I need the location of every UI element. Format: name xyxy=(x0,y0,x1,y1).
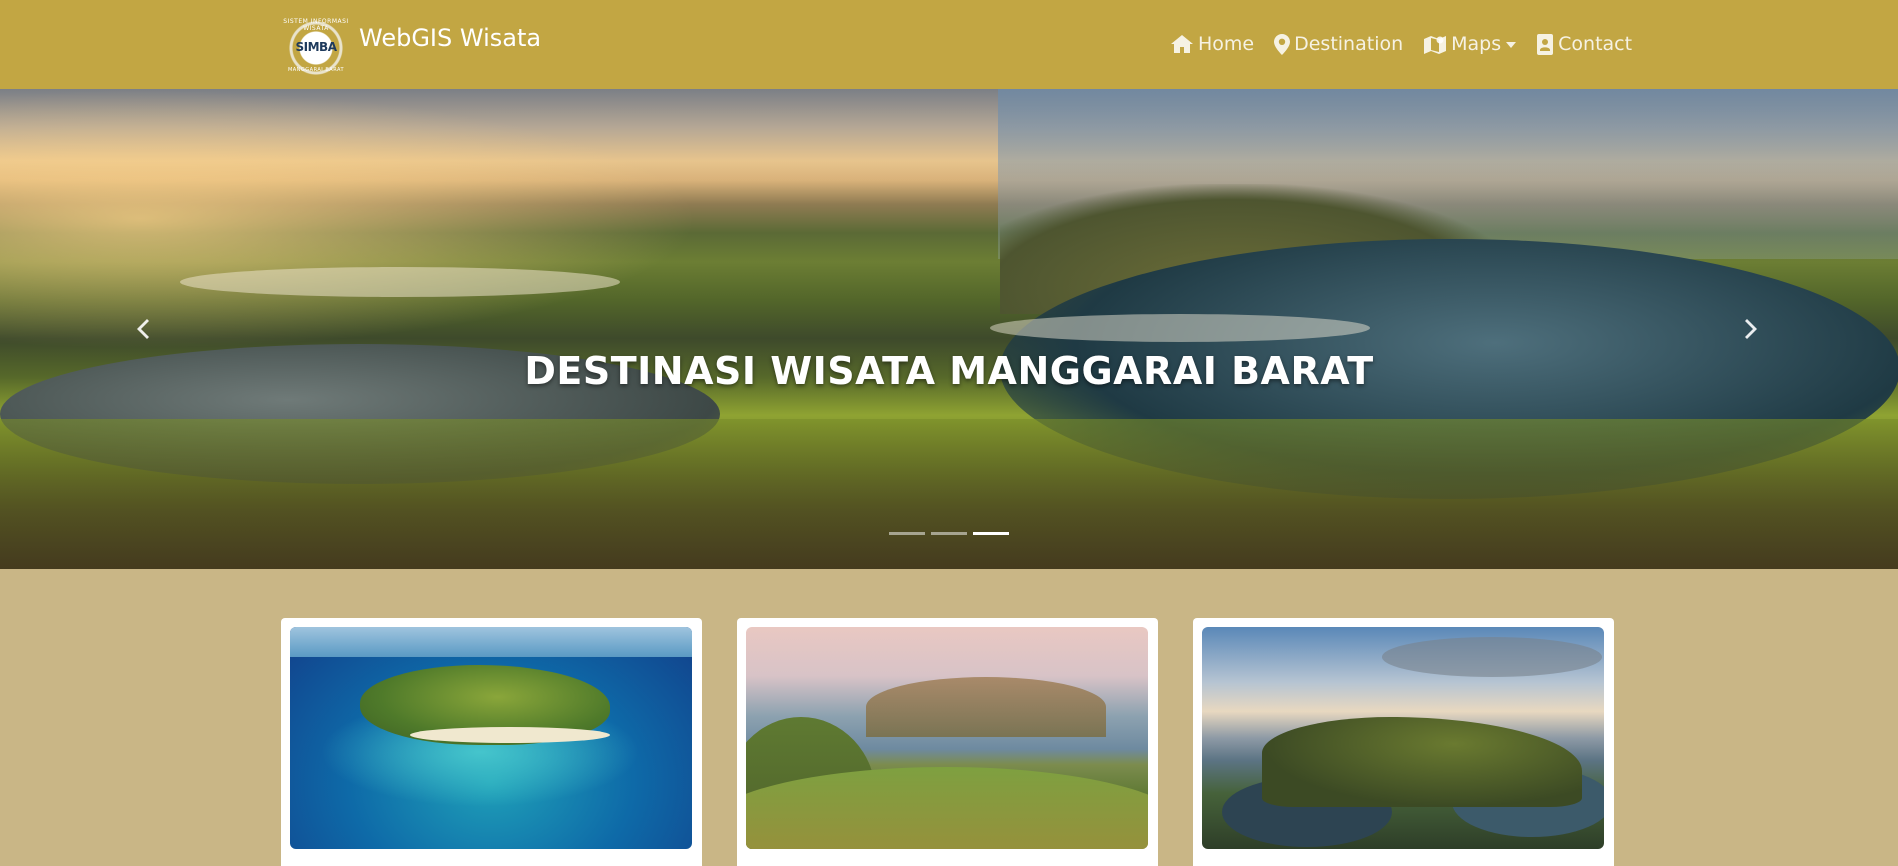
nav-contact-label: Contact xyxy=(1558,33,1633,55)
image-ridge xyxy=(1262,717,1582,807)
home-icon xyxy=(1171,35,1193,53)
image-hill xyxy=(866,677,1106,737)
image-foreground xyxy=(746,767,1148,849)
nav-destination[interactable]: Destination xyxy=(1274,30,1403,58)
carousel-indicator-2[interactable] xyxy=(931,532,967,535)
nav-maps-label: Maps xyxy=(1451,33,1502,55)
destination-card[interactable] xyxy=(737,618,1158,866)
carousel-indicator-3[interactable] xyxy=(973,532,1009,535)
hero-caption: DESTINASI WISATA MANGGARAI BARAT xyxy=(524,349,1374,393)
nav-home-label: Home xyxy=(1198,33,1255,55)
destination-image-island[interactable] xyxy=(290,627,692,849)
navbar: SISTEM INFORMASI WISATA SIMBA MANGGARAI … xyxy=(0,0,1898,89)
hero-image-beach-right xyxy=(990,314,1370,342)
simba-logo: SISTEM INFORMASI WISATA SIMBA MANGGARAI … xyxy=(281,15,351,75)
destination-card[interactable] xyxy=(1193,618,1614,866)
nav-contact[interactable]: Contact xyxy=(1536,30,1632,58)
image-sand xyxy=(410,727,610,743)
hero-carousel: DESTINASI WISATA MANGGARAI BARAT xyxy=(0,89,1898,569)
map-marker-icon xyxy=(1274,33,1291,55)
hero-image-foreground xyxy=(0,419,1898,569)
chevron-left-icon xyxy=(137,319,149,339)
chevron-right-icon xyxy=(1745,319,1757,339)
destination-cards xyxy=(281,618,1615,866)
logo-text: SIMBA xyxy=(295,40,337,54)
carousel-next-button[interactable] xyxy=(1732,309,1772,349)
image-sky xyxy=(290,627,692,657)
nav-destination-label: Destination xyxy=(1294,33,1404,55)
carousel-prev-button[interactable] xyxy=(122,309,162,349)
brand-link[interactable]: SISTEM INFORMASI WISATA SIMBA MANGGARAI … xyxy=(281,15,541,75)
carousel-indicators xyxy=(0,532,1898,535)
nav-maps-dropdown[interactable]: Maps xyxy=(1423,30,1517,58)
nav-home[interactable]: Home xyxy=(1170,30,1254,58)
main-nav: Home Destination Maps Contact xyxy=(1170,30,1652,58)
logo-ring-bottom-text: MANGGARAI BARAT xyxy=(287,67,345,73)
hero-image-sunset-glow xyxy=(0,89,700,349)
destination-card[interactable] xyxy=(281,618,702,866)
brand-title[interactable]: WebGIS Wisata xyxy=(359,24,541,52)
hero-image-beach-left xyxy=(180,267,620,297)
chevron-down-icon xyxy=(1506,42,1517,48)
logo-ring-top-text: SISTEM INFORMASI WISATA xyxy=(283,18,349,32)
map-icon xyxy=(1424,36,1447,54)
destination-image-padar[interactable] xyxy=(1202,627,1604,849)
image-cloud xyxy=(1382,637,1602,677)
destination-image-hills[interactable] xyxy=(746,627,1148,849)
carousel-indicator-1[interactable] xyxy=(889,532,925,535)
address-card-icon xyxy=(1537,33,1554,55)
